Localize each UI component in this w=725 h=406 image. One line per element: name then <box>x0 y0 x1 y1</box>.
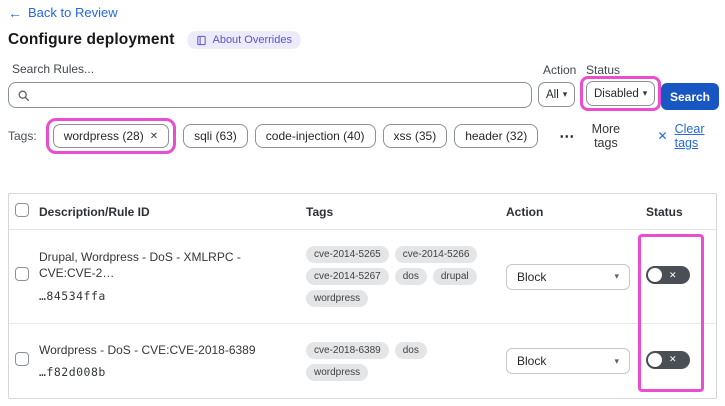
tag-pill-wordpress[interactable]: wordpress (28) ✕ <box>52 124 170 148</box>
tag-badge: dos <box>394 268 427 285</box>
about-overrides-badge[interactable]: About Overrides <box>187 31 301 49</box>
rule-tags: cve-2018-6389 dos wordpress <box>306 341 506 381</box>
search-rules-input[interactable] <box>36 87 523 103</box>
action-value: Block <box>517 354 547 368</box>
chevron-down-icon: ▾ <box>562 89 568 99</box>
status-toggle[interactable]: ✕ <box>646 350 690 369</box>
action-filter-label: Action <box>543 63 577 77</box>
status-filter-label: Status <box>586 63 621 77</box>
table-row: Wordpress - DoS - CVE:CVE-2018-6389 …f82d… <box>9 324 716 398</box>
column-header-action: Action <box>506 204 544 219</box>
tags-bar: Tags: wordpress (28) ✕ sqli (63) code-inj… <box>8 117 722 155</box>
tag-pill[interactable]: code-injection (40) <box>254 124 376 148</box>
back-link-label: Back to Review <box>28 5 118 20</box>
chevron-down-icon: ▾ <box>614 355 619 366</box>
action-select[interactable]: Block ▾ <box>506 348 630 374</box>
table-row: Drupal, Wordpress - DoS - XMLRPC - CVE:C… <box>9 230 716 324</box>
tag-badge: drupal <box>432 268 477 285</box>
tag-pill[interactable]: xss (35) <box>382 124 448 148</box>
toggle-knob <box>648 352 662 367</box>
column-header-description: Description/Rule ID <box>39 204 150 219</box>
selected-tag-label: wordpress (28) <box>63 129 144 143</box>
tag-badge: cve-2014-5266 <box>394 246 478 263</box>
row-checkbox[interactable] <box>15 267 29 281</box>
tag-badge: wordpress <box>306 363 369 381</box>
tags-label: Tags: <box>8 129 37 143</box>
back-arrow-icon: ← <box>8 4 22 21</box>
toggle-off-icon: ✕ <box>669 269 677 280</box>
more-tags-button[interactable]: ⋯ More tags <box>553 121 634 151</box>
tag-badge: cve-2014-5267 <box>306 268 389 285</box>
page-header: Configure deployment About Overrides <box>8 31 301 49</box>
rules-table: Description/Rule ID Tags Action Status D… <box>8 193 717 399</box>
tag-pill[interactable]: header (32) <box>454 124 539 148</box>
select-all-checkbox[interactable] <box>15 203 29 217</box>
clear-tags-icon: ✕ <box>657 129 668 143</box>
search-input-box[interactable] <box>8 82 532 108</box>
rule-tags: cve-2014-5265 cve-2014-5266 cve-2014-5267 d… <box>306 246 506 307</box>
more-tags-label: More tags <box>591 122 621 150</box>
page-title: Configure deployment <box>8 31 175 48</box>
status-toggle[interactable]: ✕ <box>646 266 690 284</box>
clear-tags-label: Clear tags <box>674 122 705 150</box>
search-icon <box>18 90 30 101</box>
chevron-down-icon: ▾ <box>642 88 648 98</box>
book-icon <box>197 35 207 45</box>
status-filter-select[interactable]: Disabled ▾ <box>586 81 656 106</box>
toggle-knob <box>648 268 662 282</box>
column-header-tags: Tags <box>306 204 334 219</box>
column-header-status: Status <box>646 204 683 219</box>
back-to-review-link[interactable]: ← Back to Review <box>8 5 118 20</box>
chevron-down-icon: ▾ <box>614 271 619 281</box>
action-filter-value: All <box>546 88 559 101</box>
tag-badge: cve-2014-5265 <box>306 246 389 263</box>
action-select[interactable]: Block ▾ <box>506 263 630 290</box>
configure-deployment-page: ← Back to Review Configure deployment Ab… <box>0 0 725 406</box>
remove-tag-icon[interactable]: ✕ <box>150 131 158 142</box>
tag-badge: wordpress <box>306 290 369 307</box>
search-rules-label: Search Rules... <box>12 62 95 76</box>
search-button[interactable]: Search <box>661 83 719 110</box>
rule-description: Drupal, Wordpress - DoS - XMLRPC - CVE:C… <box>39 250 241 280</box>
row-checkbox[interactable] <box>15 351 29 366</box>
table-header-row: Description/Rule ID Tags Action Status <box>9 194 716 230</box>
toggle-off-icon: ✕ <box>669 354 677 364</box>
ellipsis-icon: ⋯ <box>559 127 576 145</box>
action-value: Block <box>517 269 547 284</box>
tag-badge: cve-2018-6389 <box>306 341 389 359</box>
tag-pill[interactable]: sqli (63) <box>183 124 248 148</box>
status-filter-value: Disabled <box>594 87 639 100</box>
action-filter-select[interactable]: All ▾ <box>538 82 576 107</box>
selected-tag-highlight: wordpress (28) ✕ <box>45 118 177 154</box>
about-overrides-label: About Overrides <box>212 34 292 46</box>
rule-id: …84534ffa <box>39 288 106 303</box>
rule-description: Wordpress - DoS - CVE:CVE-2018-6389 <box>39 342 256 357</box>
clear-tags-link[interactable]: ✕ Clear tags <box>658 122 722 150</box>
tag-badge: dos <box>394 341 427 359</box>
status-filter-highlight: Disabled ▾ <box>580 76 662 111</box>
rule-id: …f82d008b <box>39 365 106 380</box>
